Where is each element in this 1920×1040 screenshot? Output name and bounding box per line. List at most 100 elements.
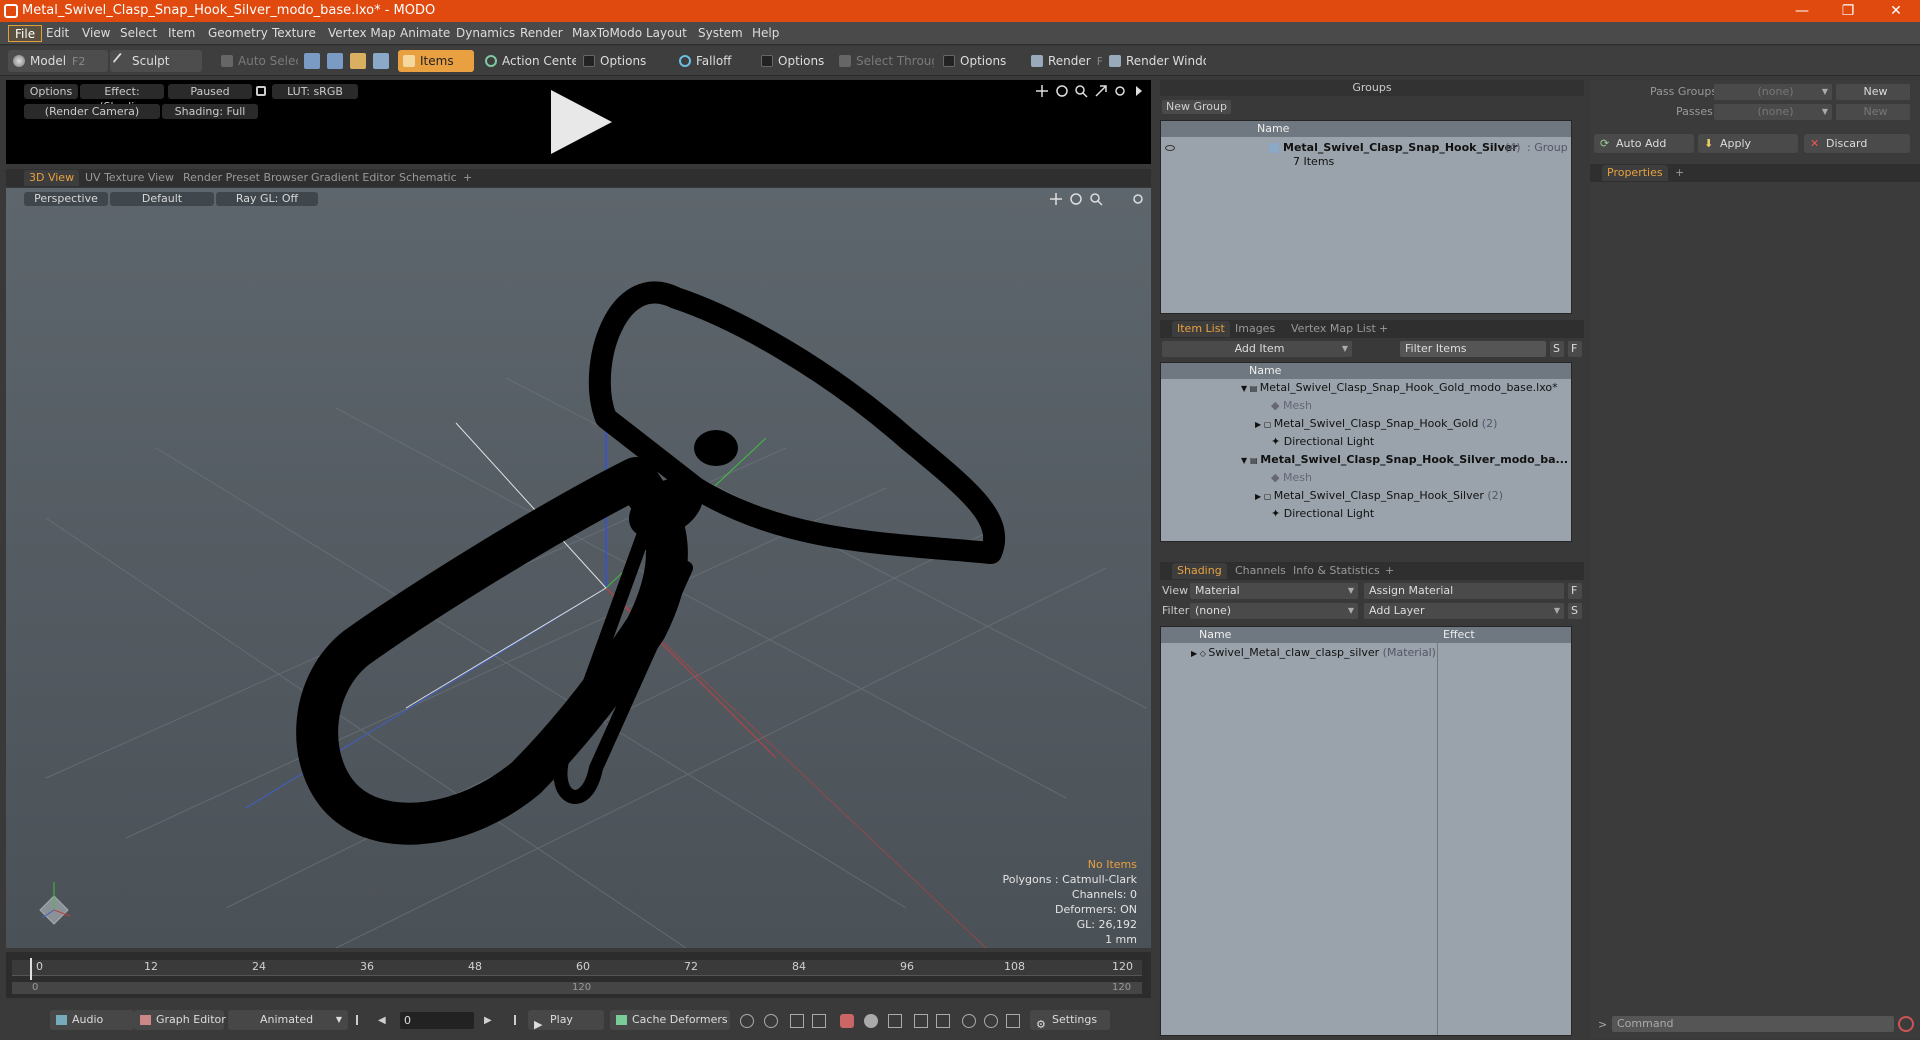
menu-geometry[interactable]: Geometry	[202, 25, 274, 42]
tab-info-statistics[interactable]: Info & Statistics	[1288, 563, 1385, 579]
shading-dropdown[interactable]: Shading: Full	[162, 104, 258, 119]
pass-groups-dropdown[interactable]: (none)	[1714, 84, 1832, 100]
command-input[interactable]: Command	[1612, 1016, 1894, 1032]
menu-edit[interactable]: Edit	[40, 25, 75, 42]
materials-mode-icon[interactable]	[373, 53, 389, 69]
audio-button[interactable]: Audio	[50, 1010, 134, 1030]
model-mode-button[interactable]: Model F2	[8, 50, 108, 72]
step-back-icon[interactable]: ◀	[378, 1015, 386, 1026]
view-dropdown[interactable]: Material	[1190, 583, 1358, 599]
action-center-button[interactable]: Action Center	[480, 50, 576, 72]
tab-channels[interactable]: Channels	[1230, 563, 1291, 579]
step-forward-icon[interactable]: ▶	[484, 1015, 492, 1026]
tab-render-preset-browser[interactable]: Render Preset Browser	[178, 170, 313, 186]
tab-properties[interactable]: Properties	[1602, 165, 1668, 181]
first-key-icon[interactable]	[914, 1014, 928, 1028]
menu-select[interactable]: Select	[114, 25, 163, 42]
group-row[interactable]: Metal_Swivel_Clasp_Snap_Hook_Silver (4) …	[1161, 139, 1573, 157]
group-row-gold[interactable]: ▶ ▢ Metal_Swivel_Clasp_Snap_Hook_Gold (2…	[1255, 415, 1497, 433]
new-pass-button[interactable]: New	[1836, 104, 1910, 120]
tab-vertex-map-list[interactable]: Vertex Map List	[1286, 321, 1381, 337]
visibility-eye-icon[interactable]	[1165, 145, 1175, 151]
add-item-dropdown[interactable]: Add Item	[1162, 341, 1352, 357]
scene-row-gold[interactable]: ▼ ▤ Metal_Swivel_Clasp_Snap_Hook_Gold_mo…	[1241, 379, 1558, 397]
light-row-silver[interactable]: ✦ Directional Light	[1271, 505, 1374, 523]
new-pass-group-button[interactable]: New	[1836, 84, 1910, 100]
tab-gradient-editor[interactable]: Gradient Editor	[306, 170, 400, 186]
falloff-button[interactable]: Falloff	[674, 50, 756, 72]
command-history-icon[interactable]	[1898, 1016, 1914, 1032]
menu-file[interactable]: File	[8, 25, 43, 42]
preview-options-button[interactable]: Options	[24, 84, 78, 99]
add-tab-icon[interactable]: +	[458, 170, 477, 186]
falloff-options-button[interactable]: Options	[756, 50, 836, 72]
menu-vertex-map[interactable]: Vertex Map	[322, 25, 402, 42]
loop-icon[interactable]	[984, 1014, 998, 1028]
timeline[interactable]: 0 12 24 36 48 60 72 84 96 108 120 0 120 …	[6, 952, 1151, 998]
graph-editor-button[interactable]: Graph Editor	[134, 1010, 226, 1030]
scene-row-silver[interactable]: ▼ ▤ Metal_Swivel_Clasp_Snap_Hook_Silver_…	[1241, 451, 1568, 469]
menu-maxtomodo[interactable]: MaxToModo	[566, 25, 648, 42]
frame-input[interactable]: 0	[400, 1012, 474, 1029]
menu-system[interactable]: System	[692, 25, 749, 42]
menu-texture[interactable]: Texture	[266, 25, 322, 42]
record-icon[interactable]	[864, 1014, 878, 1028]
cache-deformers-button[interactable]: Cache Deformers	[610, 1010, 730, 1030]
sculpt-mode-button[interactable]: Sculpt	[110, 50, 202, 72]
menu-dynamics[interactable]: Dynamics	[450, 25, 521, 42]
preview-effect-dropdown[interactable]: Effect: (Shadi...	[80, 84, 164, 113]
shading-f-toggle[interactable]: F	[1568, 583, 1582, 599]
restore-button[interactable]: ❐	[1828, 0, 1868, 22]
select-through-button[interactable]: Select Through	[834, 50, 934, 72]
menu-render[interactable]: Render	[514, 25, 569, 42]
tab-shading[interactable]: Shading	[1172, 563, 1227, 579]
settings-button[interactable]: ⚙ Settings	[1030, 1010, 1110, 1031]
add-tab-icon[interactable]: +	[1380, 563, 1399, 579]
render-window-button[interactable]: Render Window	[1104, 50, 1206, 72]
filter-dropdown[interactable]: (none)	[1190, 603, 1358, 619]
items-mode-button[interactable]: Items	[398, 50, 474, 72]
key-icon[interactable]	[740, 1014, 754, 1028]
playback-options-icon[interactable]	[1006, 1014, 1020, 1028]
add-layer-dropdown[interactable]: Add Layer	[1364, 603, 1564, 619]
auto-select-button[interactable]: Auto Select	[216, 50, 298, 72]
mesh-row-silver[interactable]: ◆ Mesh	[1271, 469, 1312, 487]
play-preview-icon[interactable]	[546, 86, 616, 158]
apply-button[interactable]: ⬇ Apply	[1698, 134, 1798, 153]
add-tab-icon[interactable]: +	[1670, 165, 1689, 181]
preview-paused-button[interactable]: Paused	[168, 84, 252, 99]
next-key-icon[interactable]	[812, 1014, 826, 1028]
3d-viewport[interactable]: Perspective Default Ray GL: Off No Items…	[6, 188, 1151, 948]
action-center-options-button[interactable]: Options	[578, 50, 670, 72]
lock-icon[interactable]	[256, 86, 266, 96]
polygons-mode-icon[interactable]	[350, 53, 366, 69]
tab-3d-view[interactable]: 3D View	[24, 170, 80, 186]
passes-dropdown[interactable]: (none)	[1714, 104, 1832, 120]
tab-uv-texture-view[interactable]: UV Texture View	[80, 170, 179, 186]
time-range-icon[interactable]	[962, 1014, 976, 1028]
skip-start-icon[interactable]	[356, 1015, 368, 1025]
shading-s-toggle[interactable]: S	[1568, 603, 1582, 619]
add-tab-icon[interactable]: +	[1374, 321, 1393, 337]
lut-dropdown[interactable]: LUT: sRGB	[272, 84, 358, 99]
group-row-silver[interactable]: ▶ ▢ Metal_Swivel_Clasp_Snap_Hook_Silver …	[1255, 487, 1503, 505]
menu-view[interactable]: View	[76, 25, 116, 42]
assign-material-button[interactable]: Assign Material	[1364, 583, 1564, 599]
menu-layout[interactable]: Layout	[640, 25, 693, 42]
material-row[interactable]: ▶ ◇ Swivel_Metal_claw_clasp_silver (Mate…	[1191, 644, 1436, 662]
auto-add-button[interactable]: ⟳ Auto Add	[1594, 134, 1694, 153]
filter-items-input[interactable]: Filter Items	[1400, 341, 1546, 357]
keyframe-filter-icon[interactable]	[888, 1014, 902, 1028]
playhead[interactable]	[30, 958, 32, 980]
prev-key-icon[interactable]	[790, 1014, 804, 1028]
skip-end-icon[interactable]	[504, 1015, 516, 1025]
light-row-gold[interactable]: ✦ Directional Light	[1271, 433, 1374, 451]
vertices-mode-icon[interactable]	[304, 53, 320, 69]
menu-animate[interactable]: Animate	[394, 25, 456, 42]
item-list-s-toggle[interactable]: S	[1550, 341, 1564, 357]
select-through-options-button[interactable]: Options	[938, 50, 1018, 72]
edges-mode-icon[interactable]	[327, 53, 343, 69]
tab-images[interactable]: Images	[1230, 321, 1280, 337]
last-key-icon[interactable]	[936, 1014, 950, 1028]
render-camera-dropdown[interactable]: (Render Camera)	[24, 104, 160, 119]
